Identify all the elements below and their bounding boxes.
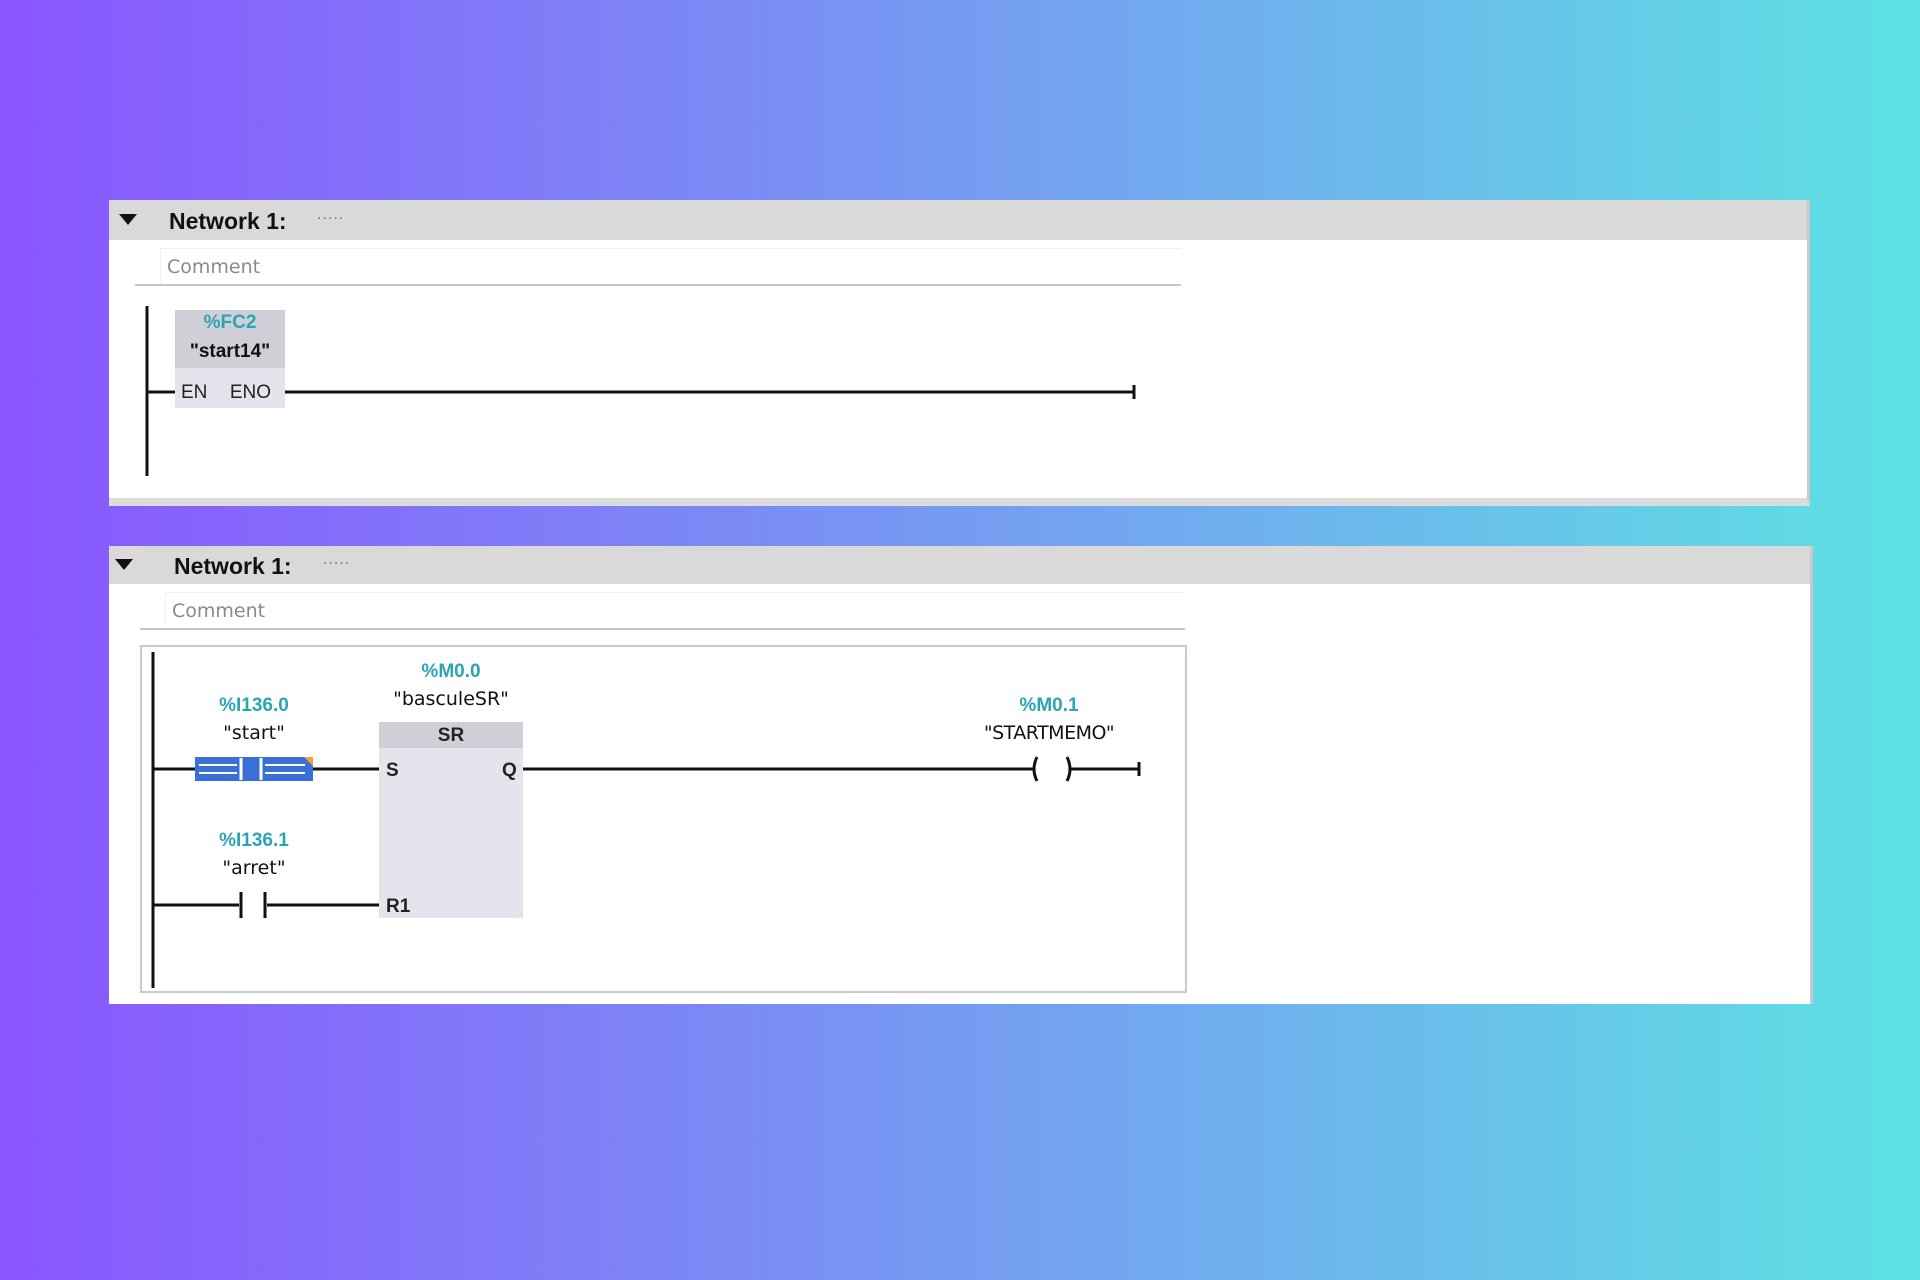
network-2-panel: Network 1: ..... Comment %M0.0 "basculeS… (109, 546, 1813, 1004)
en-pin-label: EN (181, 382, 208, 403)
coil-name[interactable]: "STARTMEMO" (959, 722, 1139, 744)
arret-name[interactable]: "arret" (179, 857, 329, 879)
fc-address[interactable]: %FC2 (175, 312, 285, 334)
arret-address[interactable]: %I136.1 (179, 830, 329, 852)
ladder-rung-1 (145, 306, 1136, 476)
network-1-panel: Network 1: ..... Comment %FC2 "start14" … (109, 200, 1810, 506)
ladder-rung-2 (140, 645, 1187, 993)
sr-block-body[interactable] (379, 722, 523, 918)
sr-pin-s: S (386, 760, 399, 781)
start-name[interactable]: "start" (179, 722, 329, 744)
sr-type-label: SR (437, 725, 465, 746)
sr-name[interactable]: "basculeSR" (351, 688, 551, 710)
contact-start-selected[interactable] (195, 757, 313, 781)
sr-address[interactable]: %M0.0 (361, 661, 541, 683)
sr-pin-q: Q (502, 760, 517, 781)
contact-arret[interactable] (239, 892, 267, 918)
coil-startmemo[interactable] (1032, 756, 1072, 782)
start-address[interactable]: %I136.0 (179, 695, 329, 717)
eno-pin-label: ENO (229, 382, 271, 403)
sr-pin-r1: R1 (386, 896, 411, 917)
coil-address[interactable]: %M0.1 (969, 695, 1129, 717)
fc-name[interactable]: "start14" (175, 341, 285, 363)
